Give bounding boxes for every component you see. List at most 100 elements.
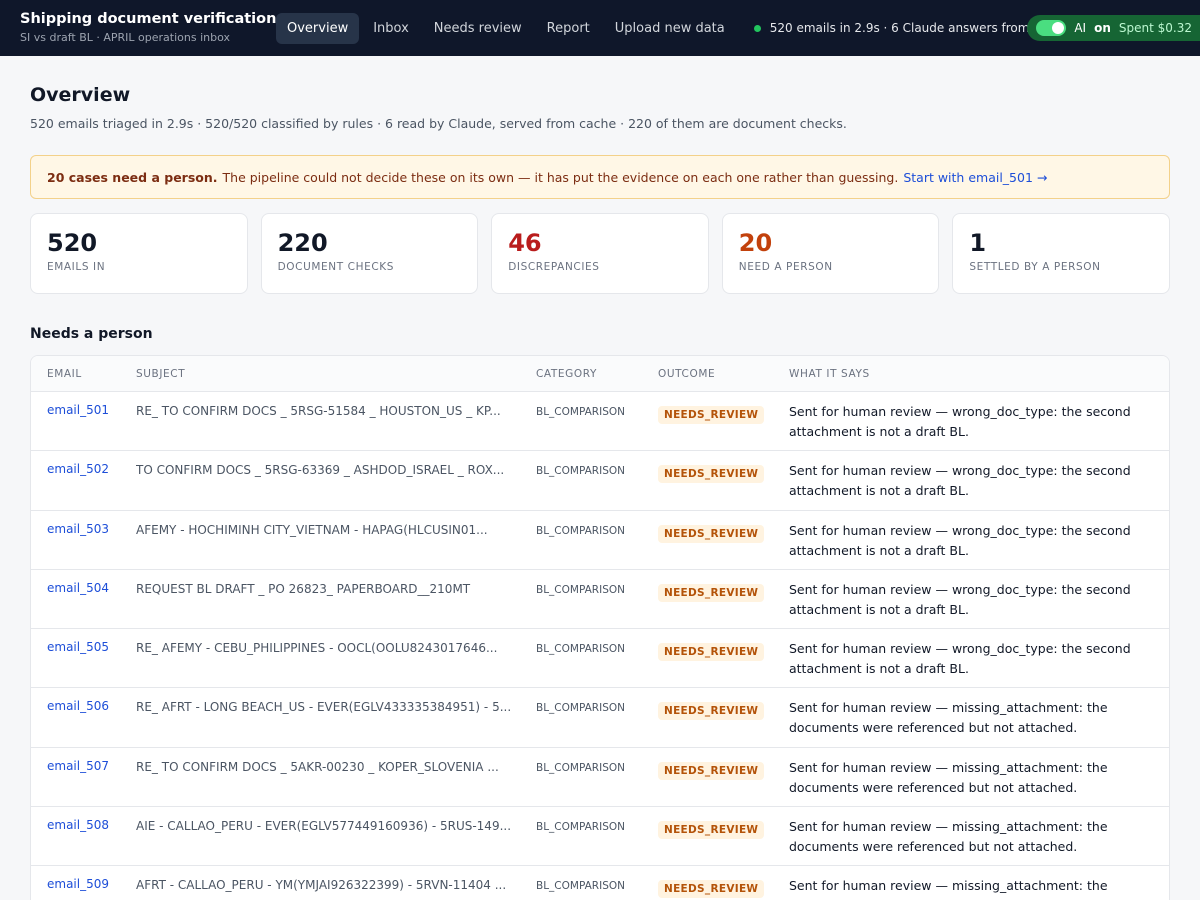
email-link[interactable]: email_508 [31,807,136,832]
outcome-cell: NEEDS_REVIEW [658,629,789,662]
stat-value: 1 [969,229,987,257]
nav-report[interactable]: Report [536,13,601,44]
outcome-cell: NEEDS_REVIEW [658,392,789,424]
stat-label: NEED A PERSON [738,261,833,273]
column-header-category: CATEGORY [536,367,597,380]
email-link[interactable]: email_507 [31,748,136,773]
table-row[interactable]: email_508 AIE - CALLAO_PERU - EVER(EGLV5… [31,807,1169,867]
nav-inbox[interactable]: Inbox [362,13,420,44]
stat-value: 520 [47,229,98,257]
ai-label: AI [1074,21,1087,35]
what-it-says: Sent for human review — missing_attachme… [789,819,1108,855]
email-link[interactable]: email_505 [31,629,136,654]
status-dot-icon [753,24,761,32]
outcome-cell: NEEDS_REVIEW [658,866,789,899]
outcome-badge: NEEDS_REVIEW [658,702,765,721]
outcome-badge: NEEDS_REVIEW [658,524,765,543]
what-it-says: Sent for human review — wrong_doc_type: … [789,522,1131,558]
alert-text: The pipeline could not decide these on i… [222,169,899,185]
email-subject: AIE - CALLAO_PERU - EVER(EGLV57744916093… [136,819,512,834]
column-header-what-it-says: WHAT IT SAYS [789,367,870,380]
toggle-knob-icon [1052,22,1065,34]
column-header-email: EMAIL [47,367,82,380]
table-row[interactable]: email_504 REQUEST BL DRAFT _ PO 26823_ P… [31,570,1169,630]
email-category: BL_COMPARISON [536,524,625,537]
outcome-badge: NEEDS_REVIEW [658,465,765,484]
status-text: 520 emails in 2.9s · 6 Claude answers fr… [769,21,1069,35]
stat-value: 220 [277,229,328,257]
what-it-says: Sent for human review — wrong_doc_type: … [789,581,1131,617]
what-it-says: Sent for human review — wrong_doc_type: … [789,641,1131,677]
needs-person-table: EMAIL SUBJECT CATEGORY OUTCOME WHAT IT S… [30,355,1170,900]
email-category: BL_COMPARISON [536,643,625,656]
ai-toggle-pill[interactable]: AI on Spent $0.32 [1027,15,1200,41]
table-row[interactable]: email_503 AFEMY - HOCHIMINH CITY_VIETNAM… [31,511,1169,570]
email-category: BL_COMPARISON [536,821,625,834]
column-header-outcome: OUTCOME [658,367,716,380]
outcome-badge: NEEDS_REVIEW [658,583,765,602]
outcome-cell: NEEDS_REVIEW [658,688,789,721]
outcome-cell: NEEDS_REVIEW [658,511,789,543]
stat-label: DOCUMENT CHECKS [277,261,395,273]
table-header: EMAIL SUBJECT CATEGORY OUTCOME WHAT IT S… [31,356,1169,392]
table-row[interactable]: email_509 AFRT - CALLAO_PERU - YM(YMJAI9… [31,866,1169,900]
email-category: BL_COMPARISON [536,880,625,893]
stat-cards: 520 EMAILS IN 220 DOCUMENT CHECKS 46 DIS… [30,213,1170,294]
email-link[interactable]: email_501 [31,392,136,417]
main-content: Overview 520 emails triaged in 2.9s · 52… [0,56,1200,900]
email-subject: REQUEST BL DRAFT _ PO 26823_ PAPERBOARD_… [136,581,471,596]
table-row[interactable]: email_501 RE_ TO CONFIRM DOCS _ 5RSG-515… [31,392,1169,452]
nav-upload-new-data[interactable]: Upload new data [604,13,736,44]
ai-spent: Spent $0.32 [1118,21,1192,35]
stat-label: SETTLED BY A PERSON [969,261,1101,273]
nav-needs-review[interactable]: Needs review [423,13,533,44]
table-row[interactable]: email_505 RE_ AFEMY - CEBU_PHILIPPINES -… [31,629,1169,689]
email-subject: RE_ AFEMY - CEBU_PHILIPPINES - OOCL(OOLU… [136,641,498,656]
email-subject: AFEMY - HOCHIMINH CITY_VIETNAM - HAPAG(H… [136,522,488,537]
email-subject: RE_ TO CONFIRM DOCS _ 5AKR-00230 _ KOPER… [136,759,499,774]
top-bar: Shipping document verification SI vs dra… [0,0,1200,56]
email-category: BL_COMPARISON [536,583,625,596]
outcome-cell: NEEDS_REVIEW [658,807,789,840]
section-title: Needs a person [30,326,153,342]
email-link[interactable]: email_506 [31,688,136,713]
stat-value: 20 [738,229,773,257]
table-row[interactable]: email_502 TO CONFIRM DOCS _ 5RSG-63369 _… [31,451,1169,511]
email-link[interactable]: email_509 [31,866,136,891]
main-nav: Overview Inbox Needs review Report Uploa… [276,12,736,44]
page-subtitle: 520 emails triaged in 2.9s · 520/520 cla… [30,116,847,131]
email-link[interactable]: email_502 [31,451,136,476]
what-it-says: Sent for human review — missing_attachme… [789,759,1108,795]
alert-strong-text: 20 cases need a person. [47,169,218,185]
stat-card-document-checks: 220 DOCUMENT CHECKS [260,213,479,294]
alert-start-link[interactable]: Start with email_501 → [903,170,1047,185]
outcome-badge: NEEDS_REVIEW [658,643,765,662]
outcome-badge: NEEDS_REVIEW [658,880,765,899]
column-header-subject: SUBJECT [136,367,186,380]
stat-label: DISCREPANCIES [508,261,600,273]
outcome-cell: NEEDS_REVIEW [658,748,789,780]
email-category: BL_COMPARISON [536,702,625,715]
table-row[interactable]: email_506 RE_ AFRT - LONG BEACH_US - EVE… [31,688,1169,748]
what-it-says: Sent for human review — missing_attachme… [789,878,1108,900]
stat-card-discrepancies: 46 DISCREPANCIES [491,213,709,294]
stat-card-emails-in: 520 EMAILS IN [30,213,248,294]
outcome-cell: NEEDS_REVIEW [658,451,789,484]
email-link[interactable]: email_503 [31,511,136,536]
stat-card-settled-by-person: 1 SETTLED BY A PERSON [952,213,1170,294]
outcome-badge: NEEDS_REVIEW [658,821,765,840]
app-subtitle: SI vs draft BL · APRIL operations inbox [20,31,230,44]
stat-card-need-a-person: 20 NEED A PERSON [721,213,940,294]
email-link[interactable]: email_504 [31,570,136,595]
nav-overview[interactable]: Overview [276,12,360,44]
ai-toggle-switch[interactable] [1036,20,1067,36]
needs-person-alert: 20 cases need a person. The pipeline cou… [30,155,1170,199]
what-it-says: Sent for human review — wrong_doc_type: … [789,404,1131,439]
table-row[interactable]: email_507 RE_ TO CONFIRM DOCS _ 5AKR-002… [31,748,1169,808]
what-it-says: Sent for human review — wrong_doc_type: … [789,463,1131,499]
outcome-badge: NEEDS_REVIEW [658,761,765,780]
stat-label: EMAILS IN [47,261,106,273]
brand: Shipping document verification SI vs dra… [20,10,276,46]
table-body: email_501 RE_ TO CONFIRM DOCS _ 5RSG-515… [31,392,1169,900]
app-title: Shipping document verification [20,11,277,27]
